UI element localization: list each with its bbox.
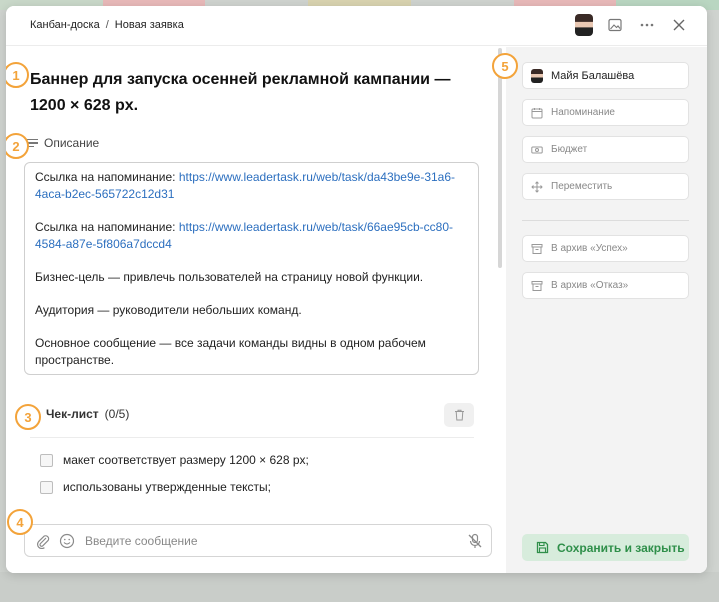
trash-icon — [454, 409, 464, 421]
annotation-badge: 3 — [15, 404, 41, 430]
image-icon[interactable] — [605, 15, 625, 35]
task-title[interactable]: Баннер для запуска осенней рекламной кам… — [30, 67, 470, 119]
calendar-icon — [531, 107, 543, 118]
attach-icon[interactable] — [35, 533, 51, 549]
save-and-close-button[interactable]: Сохранить и закрыть — [522, 534, 689, 561]
background-board — [0, 572, 719, 602]
save-icon — [536, 541, 549, 554]
assignee-avatar[interactable] — [575, 14, 593, 36]
save-and-close-label: Сохранить и закрыть — [557, 540, 685, 555]
annotation-badge: 4 — [7, 509, 33, 535]
archive-success-button[interactable]: В архив «Успех» — [522, 235, 689, 262]
archive-fail-label: В архив «Отказ» — [551, 280, 629, 291]
description-audience: Аудитория — руководители небольших коман… — [35, 303, 302, 317]
header-actions — [575, 14, 689, 36]
breadcrumb-current: Новая заявка — [114, 19, 184, 31]
task-main-panel: Баннер для запуска осенней рекламной кам… — [6, 47, 506, 573]
avatar — [531, 68, 543, 83]
reminder-link-prefix: Ссылка на напоминание: — [35, 220, 176, 234]
emoji-icon[interactable] — [59, 533, 75, 549]
task-modal: Канбан-доска / Новая заявка Баннер для з… — [6, 6, 707, 573]
checklist-item-text[interactable]: использованы утвержденные тексты; — [63, 480, 271, 494]
checklist-divider — [30, 437, 474, 438]
description-header: Описание — [26, 136, 99, 150]
reminder-button[interactable]: Напоминание — [522, 99, 689, 126]
modal-header: Канбан-доска / Новая заявка — [6, 6, 707, 46]
more-options-icon[interactable] — [637, 15, 657, 35]
delete-checklist-button[interactable] — [444, 403, 474, 427]
checklist-item: макет соответствует размеру 1200 × 628 p… — [40, 453, 309, 467]
breadcrumb-root[interactable]: Канбан-доска — [30, 19, 100, 31]
description-editor[interactable]: Ссылка на напоминание: https://www.leade… — [24, 162, 479, 375]
money-icon — [531, 146, 543, 153]
description-message: Основное сообщение — все задачи команды … — [35, 336, 426, 367]
archive-success-label: В архив «Успех» — [551, 243, 628, 254]
description-label: Описание — [44, 136, 100, 150]
sidebar-divider — [522, 220, 689, 221]
archive-fail-button[interactable]: В архив «Отказ» — [522, 272, 689, 299]
assignee-button[interactable]: Майя Балашёва — [522, 62, 689, 89]
checklist-item-text[interactable]: макет соответствует размеру 1200 × 628 p… — [63, 453, 309, 467]
reminder-link-prefix: Ссылка на напоминание: — [35, 170, 176, 184]
microphone-off-icon[interactable] — [467, 533, 483, 549]
budget-label: Бюджет — [551, 144, 588, 155]
archive-icon — [531, 243, 543, 254]
checklist-label: Чек-лист — [46, 407, 99, 421]
checklist-count: (0/5) — [104, 407, 130, 421]
description-goal: Бизнес-цель — привлечь пользователей на … — [35, 270, 424, 284]
close-icon[interactable] — [669, 15, 689, 35]
assignee-name: Майя Балашёва — [551, 69, 635, 82]
checklist-checkbox[interactable] — [40, 480, 53, 494]
description-scrollbar[interactable] — [498, 48, 502, 268]
archive-icon — [531, 280, 543, 291]
checklist-header: Чек-лист (0/5) — [46, 407, 129, 421]
breadcrumb: Канбан-доска / Новая заявка — [30, 19, 184, 31]
move-button[interactable]: Переместить — [522, 173, 689, 200]
move-label: Переместить — [551, 181, 613, 192]
checklist-checkbox[interactable] — [40, 453, 53, 467]
checklist-item: использованы утвержденные тексты; — [40, 480, 271, 494]
move-icon — [531, 180, 543, 193]
message-input[interactable] — [85, 531, 445, 551]
breadcrumb-separator: / — [105, 19, 109, 31]
task-sidebar: Майя Балашёва Напоминание Бюджет Перемес… — [506, 47, 707, 573]
budget-button[interactable]: Бюджет — [522, 136, 689, 163]
reminder-label: Напоминание — [551, 107, 615, 118]
message-composer — [24, 524, 492, 557]
annotation-badge: 5 — [492, 53, 518, 79]
